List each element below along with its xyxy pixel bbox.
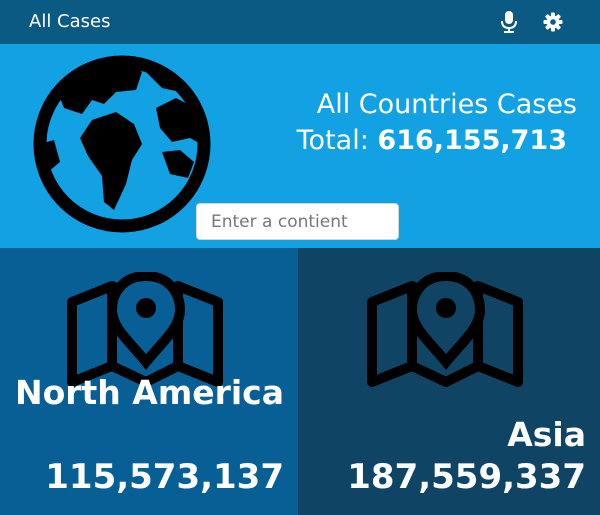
continent-cases: 187,559,337 — [347, 457, 586, 497]
continent-name: North America — [14, 373, 284, 412]
map-pin-icon — [367, 272, 523, 387]
page-title: All Cases — [29, 11, 111, 32]
continent-name: Asia — [507, 415, 586, 454]
total-cases: Total: 616,155,713 — [207, 124, 567, 158]
gear-icon[interactable] — [543, 12, 563, 32]
total-label: Total: — [296, 125, 369, 156]
continent-card-north-america[interactable]: North America 115,573,137 — [0, 248, 298, 515]
global-summary-panel: All Countries Cases Total: 616,155,713 — [0, 44, 600, 248]
microphone-icon[interactable] — [499, 10, 519, 34]
continent-card-asia[interactable]: Asia 187,559,337 — [298, 248, 600, 515]
app-header: All Cases — [0, 0, 600, 44]
total-value: 616,155,713 — [377, 125, 567, 156]
hero-title: All Countries Cases — [316, 89, 577, 120]
continent-cases: 115,573,137 — [45, 457, 284, 497]
globe-icon — [33, 55, 211, 233]
continent-search-input[interactable] — [196, 203, 399, 240]
